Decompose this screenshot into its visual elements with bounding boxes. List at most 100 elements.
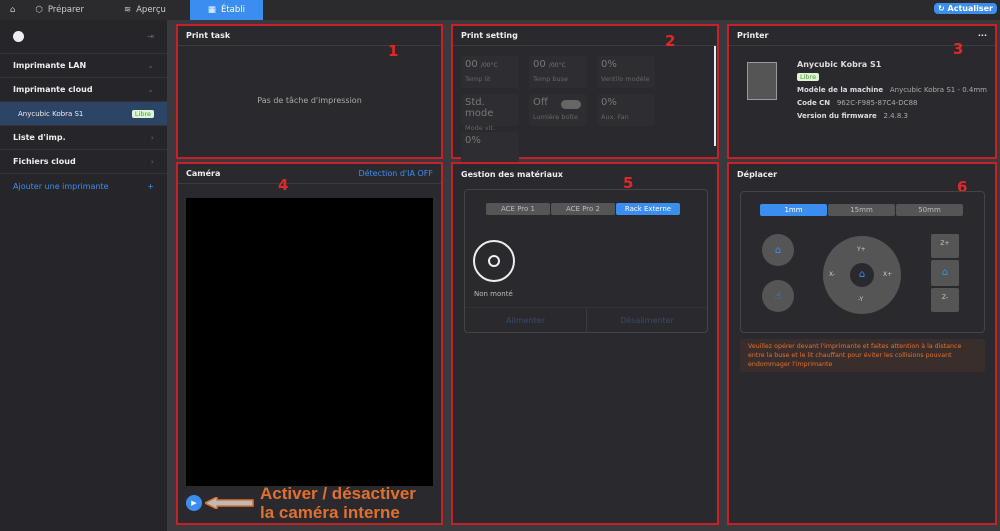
panel-title: Déplacer bbox=[737, 169, 778, 179]
top-bar: ⌂ ⬡ Préparer ≋ Aperçu ▦ Établi ↻ Actualiser bbox=[0, 0, 1000, 20]
sidebar-item-cloud[interactable]: Imprimante cloud ⌄ bbox=[0, 78, 167, 102]
panel-title: Printer bbox=[737, 31, 769, 40]
unload-button[interactable]: Désalimenter bbox=[587, 307, 707, 333]
home-z-button[interactable]: ⌂ bbox=[931, 260, 959, 286]
scrollbar[interactable] bbox=[714, 46, 716, 146]
chevron-right-icon: › bbox=[150, 157, 154, 166]
move-panel: Déplacer 6 1mm 15mm 50mm ⌂ ☝ Y+ -Y X- X+ ⌂… bbox=[727, 162, 997, 525]
tab-prepare[interactable]: ⬡ Préparer bbox=[25, 0, 94, 20]
more-icon[interactable]: ··· bbox=[978, 31, 987, 40]
tab-preview[interactable]: ≋ Aperçu bbox=[114, 0, 176, 20]
setting-value: 00 /00°C bbox=[533, 59, 566, 70]
z-minus-button[interactable]: Z- bbox=[931, 288, 959, 312]
label: Modèle de la machine bbox=[797, 86, 884, 94]
annotation-number: 1 bbox=[388, 42, 399, 60]
avatar[interactable] bbox=[13, 31, 24, 42]
setting-cell: 0% Ventilo modèle bbox=[597, 56, 655, 88]
sidebar-item-files[interactable]: Fichiers cloud › bbox=[0, 150, 167, 174]
y-minus-button[interactable]: -Y bbox=[858, 296, 863, 303]
value: 2.4.8.3 bbox=[883, 112, 908, 120]
setting-cell: 0% bbox=[461, 132, 519, 164]
label: Version du firmware bbox=[797, 112, 877, 120]
panel-title: Gestion des matériaux bbox=[461, 169, 563, 179]
tab-label: Aperçu bbox=[136, 5, 166, 15]
tab-label: Établi bbox=[220, 5, 245, 15]
refresh-button[interactable]: ↻ Actualiser bbox=[934, 3, 997, 14]
panel-title: Print setting bbox=[461, 31, 518, 40]
material-panel: Gestion des matériaux 5 ACE Pro 1 ACE Pro… bbox=[451, 162, 719, 525]
step-option[interactable]: 1mm bbox=[760, 204, 827, 216]
panel-title: Caméra bbox=[186, 169, 221, 178]
setting-label: Ventilo modèle bbox=[601, 75, 650, 83]
annotation-number: 2 bbox=[665, 32, 676, 50]
layers-icon: ≋ bbox=[123, 5, 132, 15]
add-printer-button[interactable]: Ajouter une imprimante + bbox=[0, 174, 167, 198]
annotation-number: 3 bbox=[953, 40, 964, 58]
manual-button[interactable]: ☝ bbox=[762, 280, 794, 312]
account-row: ⇥ bbox=[0, 20, 167, 54]
setting-cell: 0% Aux. Fan bbox=[597, 94, 655, 126]
value: 962C-F985-87C4-DC88 bbox=[836, 99, 918, 107]
value: Anycubic Kobra S1 - 0.4mm bbox=[889, 86, 987, 94]
printer-panel: Printer ··· 3 Anycubic Kobra S1 Libre Mod… bbox=[727, 24, 997, 159]
label: Anycubic Kobra S1 bbox=[18, 109, 84, 118]
xy-jog-pad[interactable]: Y+ -Y X- X+ ⌂ bbox=[823, 236, 901, 314]
label: Code CN bbox=[797, 99, 831, 107]
home-xy-button[interactable]: ⌂ bbox=[762, 234, 794, 266]
x-plus-button[interactable]: X+ bbox=[883, 271, 892, 278]
sidebar: ⇥ Imprimante LAN ⌄ Imprimante cloud ⌄ Anyc… bbox=[0, 20, 167, 531]
slot-status: Non monté bbox=[474, 290, 513, 298]
step-option[interactable]: 15mm bbox=[828, 204, 895, 216]
material-tab[interactable]: ACE Pro 1 bbox=[486, 203, 550, 215]
plus-icon: + bbox=[147, 181, 154, 191]
status-badge: Libre bbox=[131, 109, 154, 118]
camera-play-button[interactable]: ▶ bbox=[186, 495, 202, 511]
y-plus-button[interactable]: Y+ bbox=[857, 246, 866, 253]
warning-message: Veuillez opérer devant l'imprimante et f… bbox=[740, 339, 985, 372]
z-plus-button[interactable]: Z+ bbox=[931, 234, 959, 258]
label: Liste d'imp. bbox=[13, 133, 66, 142]
sidebar-item-lan[interactable]: Imprimante LAN ⌄ bbox=[0, 54, 167, 78]
logout-icon[interactable]: ⇥ bbox=[147, 32, 154, 41]
home-icon: ⌂ bbox=[774, 244, 782, 256]
annotation-text: Activer / désactiver bbox=[260, 484, 416, 503]
annotation-text: la caméra interne bbox=[260, 503, 400, 522]
setting-cell: Std. mode Mode vit. bbox=[461, 94, 519, 132]
play-icon: ▶ bbox=[191, 499, 197, 507]
arrow-left-icon bbox=[203, 495, 255, 511]
label: Fichiers cloud bbox=[13, 157, 76, 166]
refresh-icon: ↻ bbox=[938, 4, 945, 13]
spool-icon bbox=[473, 240, 515, 282]
annotation-number: 4 bbox=[278, 176, 289, 194]
print-setting-panel: Print setting 2 00 /00°C Temp lit 00 /00°C… bbox=[451, 24, 719, 164]
material-tab[interactable]: Rack Externe bbox=[616, 203, 680, 215]
x-minus-button[interactable]: X- bbox=[829, 271, 835, 278]
step-option[interactable]: 50mm bbox=[896, 204, 963, 216]
home-button[interactable]: ⌂ bbox=[0, 0, 25, 20]
sidebar-item-list[interactable]: Liste d'imp. › bbox=[0, 126, 167, 150]
tab-label: Préparer bbox=[47, 5, 84, 15]
ai-detection-toggle[interactable]: Détection d'IA OFF bbox=[358, 169, 433, 178]
label: Imprimante LAN bbox=[13, 61, 87, 70]
chevron-down-icon: ⌄ bbox=[147, 61, 154, 70]
tab-workbench[interactable]: ▦ Établi bbox=[189, 0, 263, 20]
status-badge: Libre bbox=[797, 73, 820, 81]
setting-label: Aux. Fan bbox=[601, 113, 629, 121]
setting-cell: Off Lumière boîte bbox=[529, 94, 587, 126]
printer-name: Anycubic Kobra S1 bbox=[797, 60, 882, 69]
setting-value: 0% bbox=[601, 59, 617, 70]
load-button[interactable]: Alimenter bbox=[465, 307, 587, 333]
setting-label: Temp lit bbox=[465, 75, 491, 83]
empty-message: Pas de tâche d'impression bbox=[257, 96, 362, 105]
grid-icon: ▦ bbox=[207, 5, 216, 15]
setting-label: Mode vit. bbox=[465, 124, 496, 132]
chevron-down-icon: ⌄ bbox=[147, 85, 154, 94]
home-all-button[interactable]: ⌂ bbox=[850, 263, 874, 287]
material-tab[interactable]: ACE Pro 2 bbox=[551, 203, 615, 215]
setting-value: 00 /00°C bbox=[465, 59, 498, 70]
printer-image bbox=[747, 62, 777, 100]
sidebar-printer[interactable]: Anycubic Kobra S1 Libre bbox=[0, 102, 167, 126]
light-toggle[interactable] bbox=[561, 100, 581, 109]
refresh-label: Actualiser bbox=[947, 4, 993, 13]
label: Ajouter une imprimante bbox=[13, 181, 109, 191]
